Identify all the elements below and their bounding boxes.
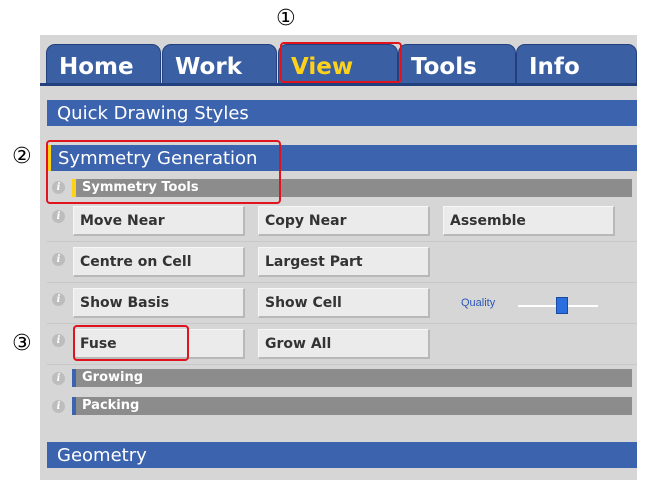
info-icon[interactable]: i bbox=[52, 400, 65, 413]
largest-part-button[interactable]: Largest Part bbox=[258, 247, 430, 277]
row-divider bbox=[47, 323, 637, 324]
callout-2: ② bbox=[12, 144, 32, 169]
callout-3: ③ bbox=[12, 331, 32, 356]
tab-bar-divider bbox=[40, 83, 637, 86]
info-icon[interactable]: i bbox=[52, 253, 65, 266]
move-near-button[interactable]: Move Near bbox=[73, 206, 245, 236]
row-divider bbox=[47, 241, 637, 242]
info-icon[interactable]: i bbox=[52, 372, 65, 385]
section-quick-drawing-styles[interactable]: Quick Drawing Styles bbox=[47, 100, 637, 126]
grow-all-button[interactable]: Grow All bbox=[258, 329, 430, 359]
assemble-button[interactable]: Assemble bbox=[443, 206, 615, 236]
highlight-fuse-button bbox=[73, 325, 189, 361]
subsection-packing[interactable]: Packing bbox=[72, 397, 632, 415]
show-basis-button[interactable]: Show Basis bbox=[73, 288, 245, 318]
section-geometry[interactable]: Geometry bbox=[47, 442, 637, 468]
info-icon[interactable]: i bbox=[52, 210, 65, 223]
show-cell-button[interactable]: Show Cell bbox=[258, 288, 430, 318]
row-divider bbox=[47, 282, 637, 283]
tab-info[interactable]: Info bbox=[516, 44, 637, 84]
copy-near-button[interactable]: Copy Near bbox=[258, 206, 430, 236]
tab-work[interactable]: Work bbox=[162, 44, 277, 84]
tab-tools[interactable]: Tools bbox=[398, 44, 516, 84]
highlight-view-tab bbox=[280, 42, 402, 83]
view-panel: Home Work View Tools Info Quick Drawing … bbox=[40, 35, 637, 480]
subsection-growing[interactable]: Growing bbox=[72, 369, 632, 387]
info-icon[interactable]: i bbox=[52, 293, 65, 306]
quality-slider-thumb[interactable] bbox=[556, 297, 568, 314]
info-icon[interactable]: i bbox=[52, 334, 65, 347]
tab-home[interactable]: Home bbox=[46, 44, 161, 84]
centre-on-cell-button[interactable]: Centre on Cell bbox=[73, 247, 245, 277]
quality-label: Quality bbox=[461, 297, 496, 309]
highlight-symmetry-section bbox=[46, 140, 281, 204]
row-divider bbox=[47, 364, 637, 365]
callout-1: ① bbox=[276, 6, 296, 31]
